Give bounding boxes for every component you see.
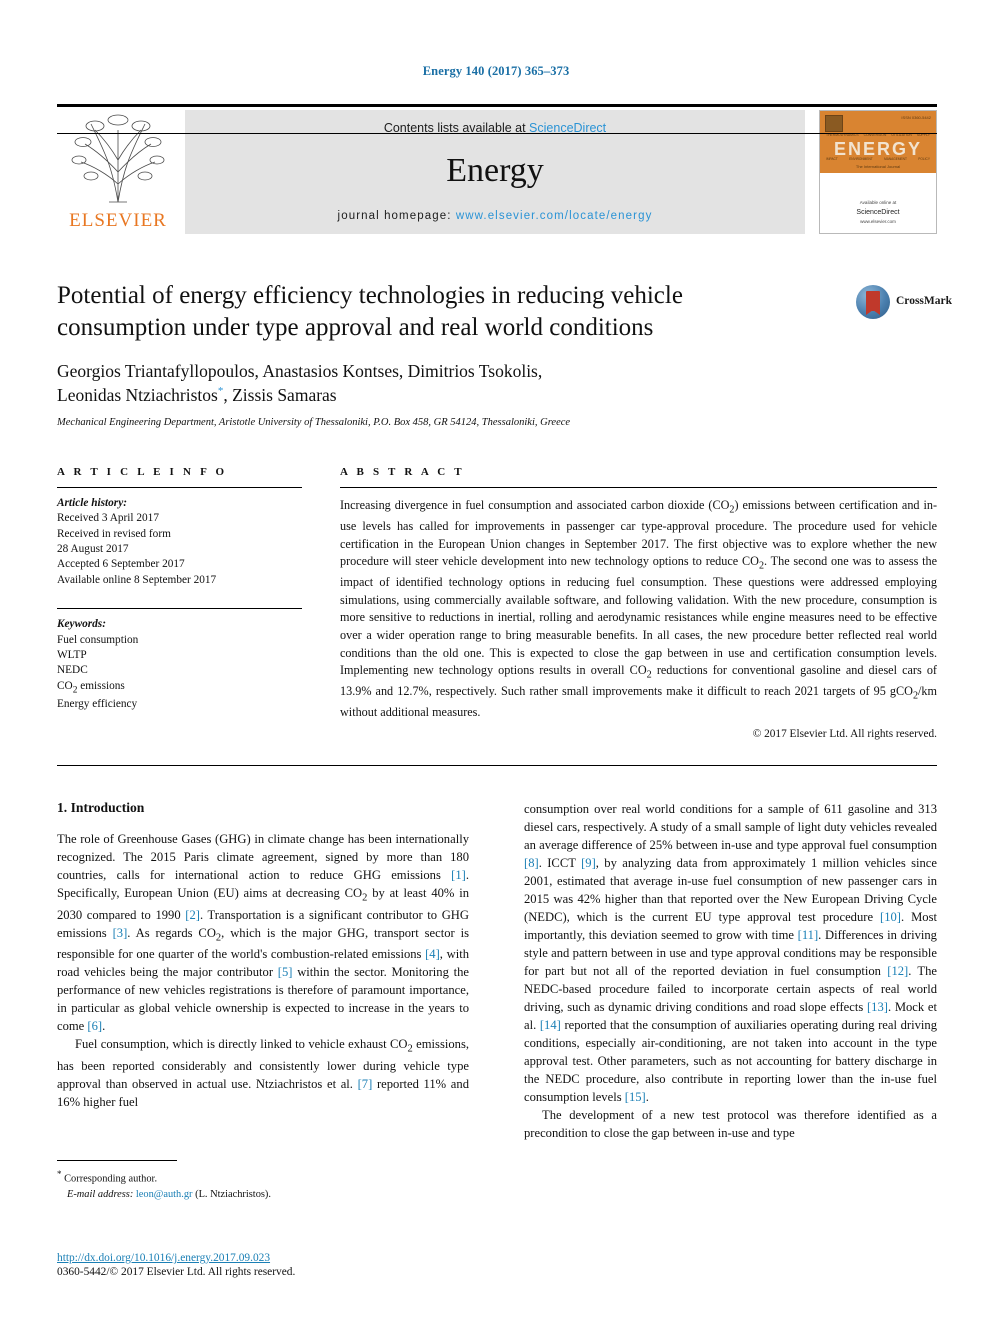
paragraph: Fuel consumption, which is directly link… [57,1037,470,1109]
journal-cover-thumbnail[interactable]: ISSN 0360-5442 THERMODYNAMICS CONVERSION… [819,110,937,234]
section-heading-introduction: 1. Introduction [57,800,145,815]
body-column-right: consumption over real world conditions f… [524,800,937,1142]
article-history-item: Available online 8 September 2017 [57,573,217,586]
email-owner: (L. Ntziachristos). [195,1188,271,1200]
abstract-bottom-rule [57,765,937,766]
citation-reference[interactable]: [4] [425,947,440,961]
cover-footer-sciencedirect: ScienceDirect [856,208,900,216]
citation-reference[interactable]: [2] [185,908,200,922]
keywords-label: Keywords: [57,618,106,631]
doi-link[interactable]: http://dx.doi.org/10.1016/j.energy.2017.… [57,1252,557,1264]
citation-reference[interactable]: [1] [451,868,466,882]
abstract-copyright: © 2017 Elsevier Ltd. All rights reserved… [752,727,937,740]
author-list: Georgios Triantafyllopoulos, Anastasios … [57,359,817,407]
cover-topic: IMPACT [826,157,838,161]
cover-topic: MANAGEMENT [884,157,907,161]
article-title-block: Potential of energy efficiency technolog… [57,280,817,428]
journal-homepage-link[interactable]: www.elsevier.com/locate/energy [456,210,653,222]
crossmark-circle-icon [856,285,890,319]
keywords-block: Keywords: Fuel consumption WLTP NEDC CO2… [57,608,302,712]
cover-topics-row-2: IMPACT ENVIRONMENT MANAGEMENT POLICY [826,157,930,161]
journal-homepage-line: journal homepage: www.elsevier.com/locat… [185,210,805,222]
article-history-item: Received in revised form [57,527,171,540]
citation-reference[interactable]: [8] [524,856,539,870]
citation-reference[interactable]: [10] [880,910,901,924]
email-note: E-mail address: leon@auth.gr (L. Ntziach… [57,1187,469,1202]
homepage-prefix-text: journal homepage: [337,210,456,222]
masthead-bottom-rule [57,133,937,134]
keywords-rule [57,608,302,610]
citation-reference[interactable]: [13] [867,1000,888,1014]
cover-subtitle: The International Journal [855,164,901,169]
cover-footer-small: Available online at [859,200,897,206]
author-line-2-names: Leonidas Ntziachristos [57,385,218,406]
article-history-item: Received 3 April 2017 [57,512,159,525]
footnote-rule [57,1160,177,1161]
citation-reference[interactable]: [7] [358,1077,373,1091]
abstract-text: Increasing divergence in fuel consumptio… [340,498,938,720]
paragraph: The development of a new test protocol w… [524,1108,937,1140]
article-history-block: Article history: Received 3 April 2017 R… [57,496,302,588]
citation-reference[interactable]: [5] [278,965,293,979]
keyword-item: CO2 emissions [57,679,125,695]
abstract-rule [340,487,937,488]
cover-topic: POLICY [918,157,930,161]
abstract-column: A B S T R A C T Increasing divergence in… [340,466,937,740]
citation-reference[interactable]: [12] [887,964,908,978]
cover-footer-url: www.elsevier.com [860,218,896,224]
crossmark-badge[interactable]: CrossMark [856,285,952,319]
cover-orange-band: ISSN 0360-5442 THERMODYNAMICS CONVERSION… [820,111,936,173]
article-history-label: Article history: [57,497,127,509]
cover-topic: ENVIRONMENT [849,157,873,161]
keywords-list: Keywords: Fuel consumption WLTP NEDC CO2… [57,617,302,712]
elsevier-tree-icon [65,110,171,206]
corresponding-author-label: Corresponding author. [64,1173,158,1185]
journal-title: Energy [446,152,544,189]
corresponding-author-note: * Corresponding author. [57,1168,469,1187]
article-info-heading: A R T I C L E I N F O [57,466,228,478]
email-link[interactable]: leon@auth.gr [136,1189,193,1200]
keyword-item: Fuel consumption [57,633,139,646]
abstract-heading: A B S T R A C T [340,466,465,478]
citation-reference[interactable]: [14] [540,1018,561,1032]
page-footer: http://dx.doi.org/10.1016/j.energy.2017.… [57,1252,557,1278]
citation-reference[interactable]: [11] [798,928,819,942]
elsevier-wordmark: ELSEVIER [69,210,167,231]
journal-masthead: ELSEVIER Contents lists available at Sci… [57,104,937,234]
article-info-rule [57,487,302,488]
keyword-item: Energy efficiency [57,697,138,710]
cover-elsevier-mark-icon [825,115,843,132]
masthead-top-rule [57,104,937,107]
body-column-left: 1. Introduction The role of Greenhouse G… [57,800,469,1111]
keyword-item: NEDC [57,664,88,677]
author-line-1: Georgios Triantafyllopoulos, Anastasios … [57,361,543,381]
corresponding-author-star: * [57,1169,62,1179]
journal-article-page: Energy 140 (2017) 365–373 ELSEVIER Conte… [0,0,992,1323]
citation-reference[interactable]: [9] [581,856,596,870]
citation-reference[interactable]: [15] [625,1090,646,1104]
elsevier-logo: ELSEVIER [57,110,179,234]
article-history-item: Accepted 6 September 2017 [57,558,185,571]
article-history-item: 28 August 2017 [57,543,129,556]
citation-reference[interactable]: [6] [87,1019,102,1033]
cover-issn-text: ISSN 0360-5442 [901,115,931,120]
journal-header-box: Contents lists available at ScienceDirec… [185,110,805,234]
crossmark-label: CrossMark [896,295,953,307]
author-affiliation: Mechanical Engineering Department, Arist… [57,417,571,429]
page-title: Potential of energy efficiency technolog… [57,282,683,341]
paragraph: The role of Greenhouse Gases (GHG) in cl… [57,832,470,1034]
crossmark-book-icon [866,291,880,315]
author-line-2-rest: , Zissis Samaras [223,385,337,406]
paragraph: consumption over real world conditions f… [524,802,938,1104]
keyword-item: WLTP [57,648,87,661]
footnote-block: * Corresponding author. E-mail address: … [57,1160,469,1202]
article-info-column: A R T I C L E I N F O Article history: R… [57,466,302,712]
issn-copyright-line: 0360-5442/© 2017 Elsevier Ltd. All right… [57,1266,296,1278]
citation-reference[interactable]: [3] [113,926,128,940]
running-head-citation: Energy 140 (2017) 365–373 [422,64,570,78]
email-label: E-mail address: [67,1188,134,1200]
cover-footer: Available online at ScienceDirect www.el… [820,199,936,225]
